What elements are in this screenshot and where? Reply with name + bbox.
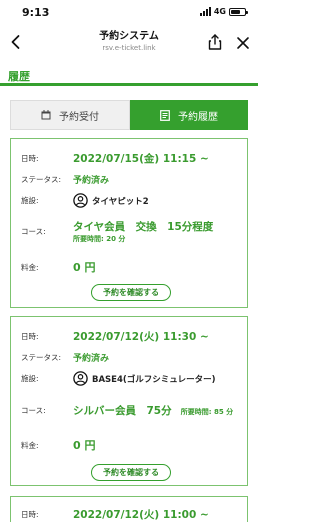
share-icon [208, 34, 222, 50]
course-duration: 所要時間: 20 分 [73, 235, 126, 243]
tab-reservation-accept[interactable]: 予約受付 [10, 100, 130, 130]
browser-url: rsv.e-ticket.link [102, 44, 156, 52]
course: シルバー会員 75分 所要時間: 85 分 [73, 399, 233, 418]
confirm-reservation-button[interactable]: 予約を確認する [91, 464, 171, 481]
browser-title: 予約システム [99, 31, 159, 42]
status-time: 9:13 [22, 6, 50, 19]
course-label: コース: [21, 406, 46, 415]
facility-name: BASE4(ゴルフシミュレーター) [92, 374, 216, 385]
facility-label: 施設: [21, 196, 39, 205]
section-header: 履歴 [0, 64, 258, 86]
tab-label: 予約履歴 [178, 111, 218, 123]
section-title: 履歴 [8, 70, 30, 83]
reservation-card: 日時: 2022/07/12(火) 11:30 ~ ステータス: 予約済み 施設… [10, 316, 248, 486]
reservation-datetime: 2022/07/15(金) 11:15 ~ [73, 153, 209, 165]
share-button[interactable] [207, 33, 223, 51]
network-type: 4G [213, 7, 226, 16]
course: タイヤ会員 交換 15分程度 所要時間: 20 分 [73, 219, 213, 244]
reservation-fee: 0 円 [73, 261, 96, 274]
datetime-label: 日時: [21, 154, 39, 163]
confirm-reservation-button[interactable]: 予約を確認する [91, 284, 171, 301]
browser-header: 予約システム rsv.e-ticket.link [0, 26, 258, 60]
tab-bar: 予約受付 予約履歴 [10, 100, 248, 130]
reservation-fee: 0 円 [73, 439, 96, 452]
back-button[interactable] [6, 32, 26, 52]
facility: タイヤピット2 [73, 193, 149, 208]
battery-icon [229, 7, 248, 16]
fee-label: 料金: [21, 262, 39, 272]
calendar-icon [41, 110, 51, 120]
status-indicators: 4G [199, 7, 248, 16]
facility-label: 施設: [21, 374, 39, 383]
status-bar: 9:13 4G [0, 0, 258, 26]
tab-reservation-history[interactable]: 予約履歴 [130, 100, 248, 130]
facility-name: タイヤピット2 [92, 196, 149, 207]
course-label: コース: [21, 227, 46, 236]
title-block: 予約システム rsv.e-ticket.link [60, 30, 198, 54]
datetime-label: 日時: [21, 332, 39, 341]
status-label: ステータス: [21, 353, 62, 362]
course-name: シルバー会員 75分 [73, 405, 172, 417]
facility: BASE4(ゴルフシミュレーター) [73, 371, 216, 386]
document-icon [160, 109, 170, 121]
status-label: ステータス: [21, 175, 62, 184]
reservation-status: 予約済み [73, 176, 110, 186]
reservation-datetime: 2022/07/12(火) 11:00 ~ [73, 509, 209, 521]
person-icon [73, 371, 88, 386]
close-icon [237, 37, 249, 49]
signal-icon [199, 7, 211, 16]
person-icon [73, 193, 88, 208]
course-duration: 所要時間: 85 分 [180, 408, 234, 416]
datetime-label: 日時: [21, 510, 39, 519]
chevron-left-icon [11, 35, 20, 49]
reservation-card: 日時: 2022/07/15(金) 11:15 ~ ステータス: 予約済み 施設… [10, 138, 248, 308]
course-name: タイヤ会員 交換 15分程度 [73, 221, 214, 233]
reservation-datetime: 2022/07/12(火) 11:30 ~ [73, 331, 209, 343]
reservation-card: 日時: 2022/07/12(火) 11:00 ~ [10, 496, 248, 522]
tab-label: 予約受付 [59, 111, 99, 123]
fee-label: 料金: [21, 440, 39, 450]
close-button[interactable] [236, 35, 250, 49]
reservation-status: 予約済み [73, 354, 110, 364]
